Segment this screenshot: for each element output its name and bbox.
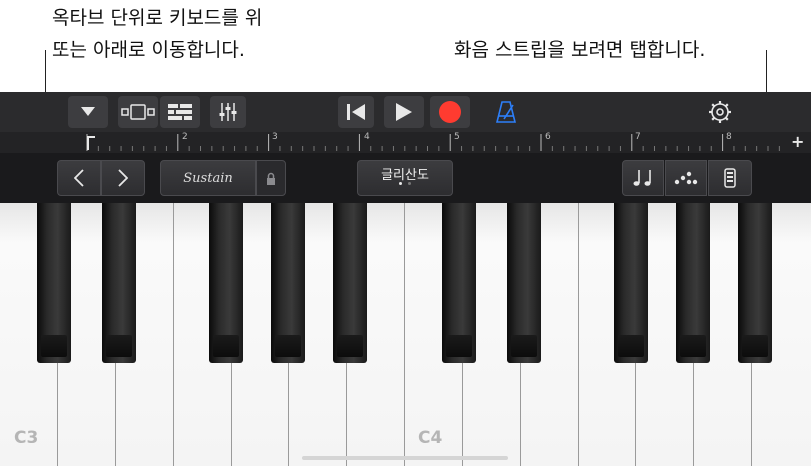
piano-keyboard: C3 C4 bbox=[0, 203, 811, 466]
octave-up-button[interactable] bbox=[101, 160, 145, 196]
browser-menu-button[interactable] bbox=[68, 96, 108, 128]
arpeggiator-button[interactable] bbox=[665, 160, 707, 196]
ruler-bar-number: 3 bbox=[272, 132, 278, 142]
page-dot bbox=[408, 182, 411, 185]
mixer-button[interactable] bbox=[210, 96, 246, 128]
ruler-bar-number: 8 bbox=[726, 132, 732, 142]
key-label-c4: C4 bbox=[418, 428, 443, 448]
octave-callout-line1: 옥타브 단위로 키보드를 위 bbox=[52, 7, 263, 29]
chord-strip-icon bbox=[724, 168, 736, 188]
octave-callout-line2: 또는 아래로 이동합니다. bbox=[52, 39, 245, 61]
black-key-a-sharp4[interactable] bbox=[738, 203, 772, 363]
playhead-marker[interactable] bbox=[87, 136, 89, 150]
chevron-left-icon bbox=[74, 169, 84, 187]
ruler-bar-number: 4 bbox=[364, 132, 370, 142]
play-icon bbox=[396, 103, 412, 121]
chord-strip-button[interactable] bbox=[708, 160, 752, 196]
dropdown-triangle-icon bbox=[81, 107, 95, 116]
chevron-right-icon bbox=[118, 169, 128, 187]
settings-button[interactable] bbox=[700, 96, 740, 128]
sustain-label: Sustain bbox=[183, 170, 233, 186]
key-label-c3: C3 bbox=[14, 428, 39, 448]
metronome-button[interactable] bbox=[488, 96, 524, 128]
view-toggle-icon bbox=[121, 104, 155, 120]
sustain-lock-button[interactable] bbox=[256, 160, 286, 196]
arpeggiator-icon bbox=[674, 171, 698, 185]
glissando-button[interactable]: 글리산도 bbox=[357, 160, 453, 196]
playhead-flag bbox=[87, 136, 95, 138]
ruler-ticks bbox=[86, 134, 780, 151]
record-icon bbox=[439, 101, 461, 123]
notes-icon bbox=[633, 170, 651, 186]
black-key-d-sharp4[interactable] bbox=[507, 203, 541, 363]
black-key-a-sharp3[interactable] bbox=[333, 203, 367, 363]
ruler-bar-number: 2 bbox=[182, 132, 188, 142]
black-key-f-sharp4[interactable] bbox=[614, 203, 648, 363]
add-section-button[interactable]: + bbox=[791, 132, 804, 151]
black-key-d-sharp3[interactable] bbox=[102, 203, 136, 363]
page-dot-active bbox=[399, 182, 402, 185]
mixer-icon bbox=[219, 103, 237, 121]
chord-strip-callout: 화음 스트립을 보려면 탭합니다. bbox=[454, 39, 706, 61]
settings-gear-icon bbox=[709, 101, 731, 123]
black-key-c-sharp3[interactable] bbox=[37, 203, 71, 363]
play-button[interactable] bbox=[384, 96, 424, 128]
record-button[interactable] bbox=[430, 96, 470, 128]
metronome-icon bbox=[496, 101, 516, 123]
rewind-icon bbox=[347, 104, 365, 120]
tracks-view-button[interactable] bbox=[160, 96, 200, 128]
rewind-button[interactable] bbox=[338, 96, 374, 128]
black-key-g-sharp4[interactable] bbox=[676, 203, 710, 363]
tracks-view-icon bbox=[168, 104, 192, 120]
timeline-ruler[interactable]: + bbox=[0, 132, 811, 153]
sustain-button[interactable]: Sustain bbox=[160, 160, 256, 196]
lock-icon bbox=[267, 172, 275, 185]
black-key-g-sharp3[interactable] bbox=[271, 203, 305, 363]
black-key-c-sharp4[interactable] bbox=[442, 203, 476, 363]
black-key-f-sharp3[interactable] bbox=[209, 203, 243, 363]
home-indicator bbox=[302, 456, 508, 460]
view-toggle-button[interactable] bbox=[118, 96, 158, 128]
octave-down-button[interactable] bbox=[57, 160, 101, 196]
ruler-bar-number: 7 bbox=[635, 132, 641, 142]
notes-button[interactable] bbox=[622, 160, 664, 196]
page-dots bbox=[358, 170, 452, 189]
ruler-bar-number: 6 bbox=[545, 132, 551, 142]
ruler-bar-number: 5 bbox=[454, 132, 460, 142]
